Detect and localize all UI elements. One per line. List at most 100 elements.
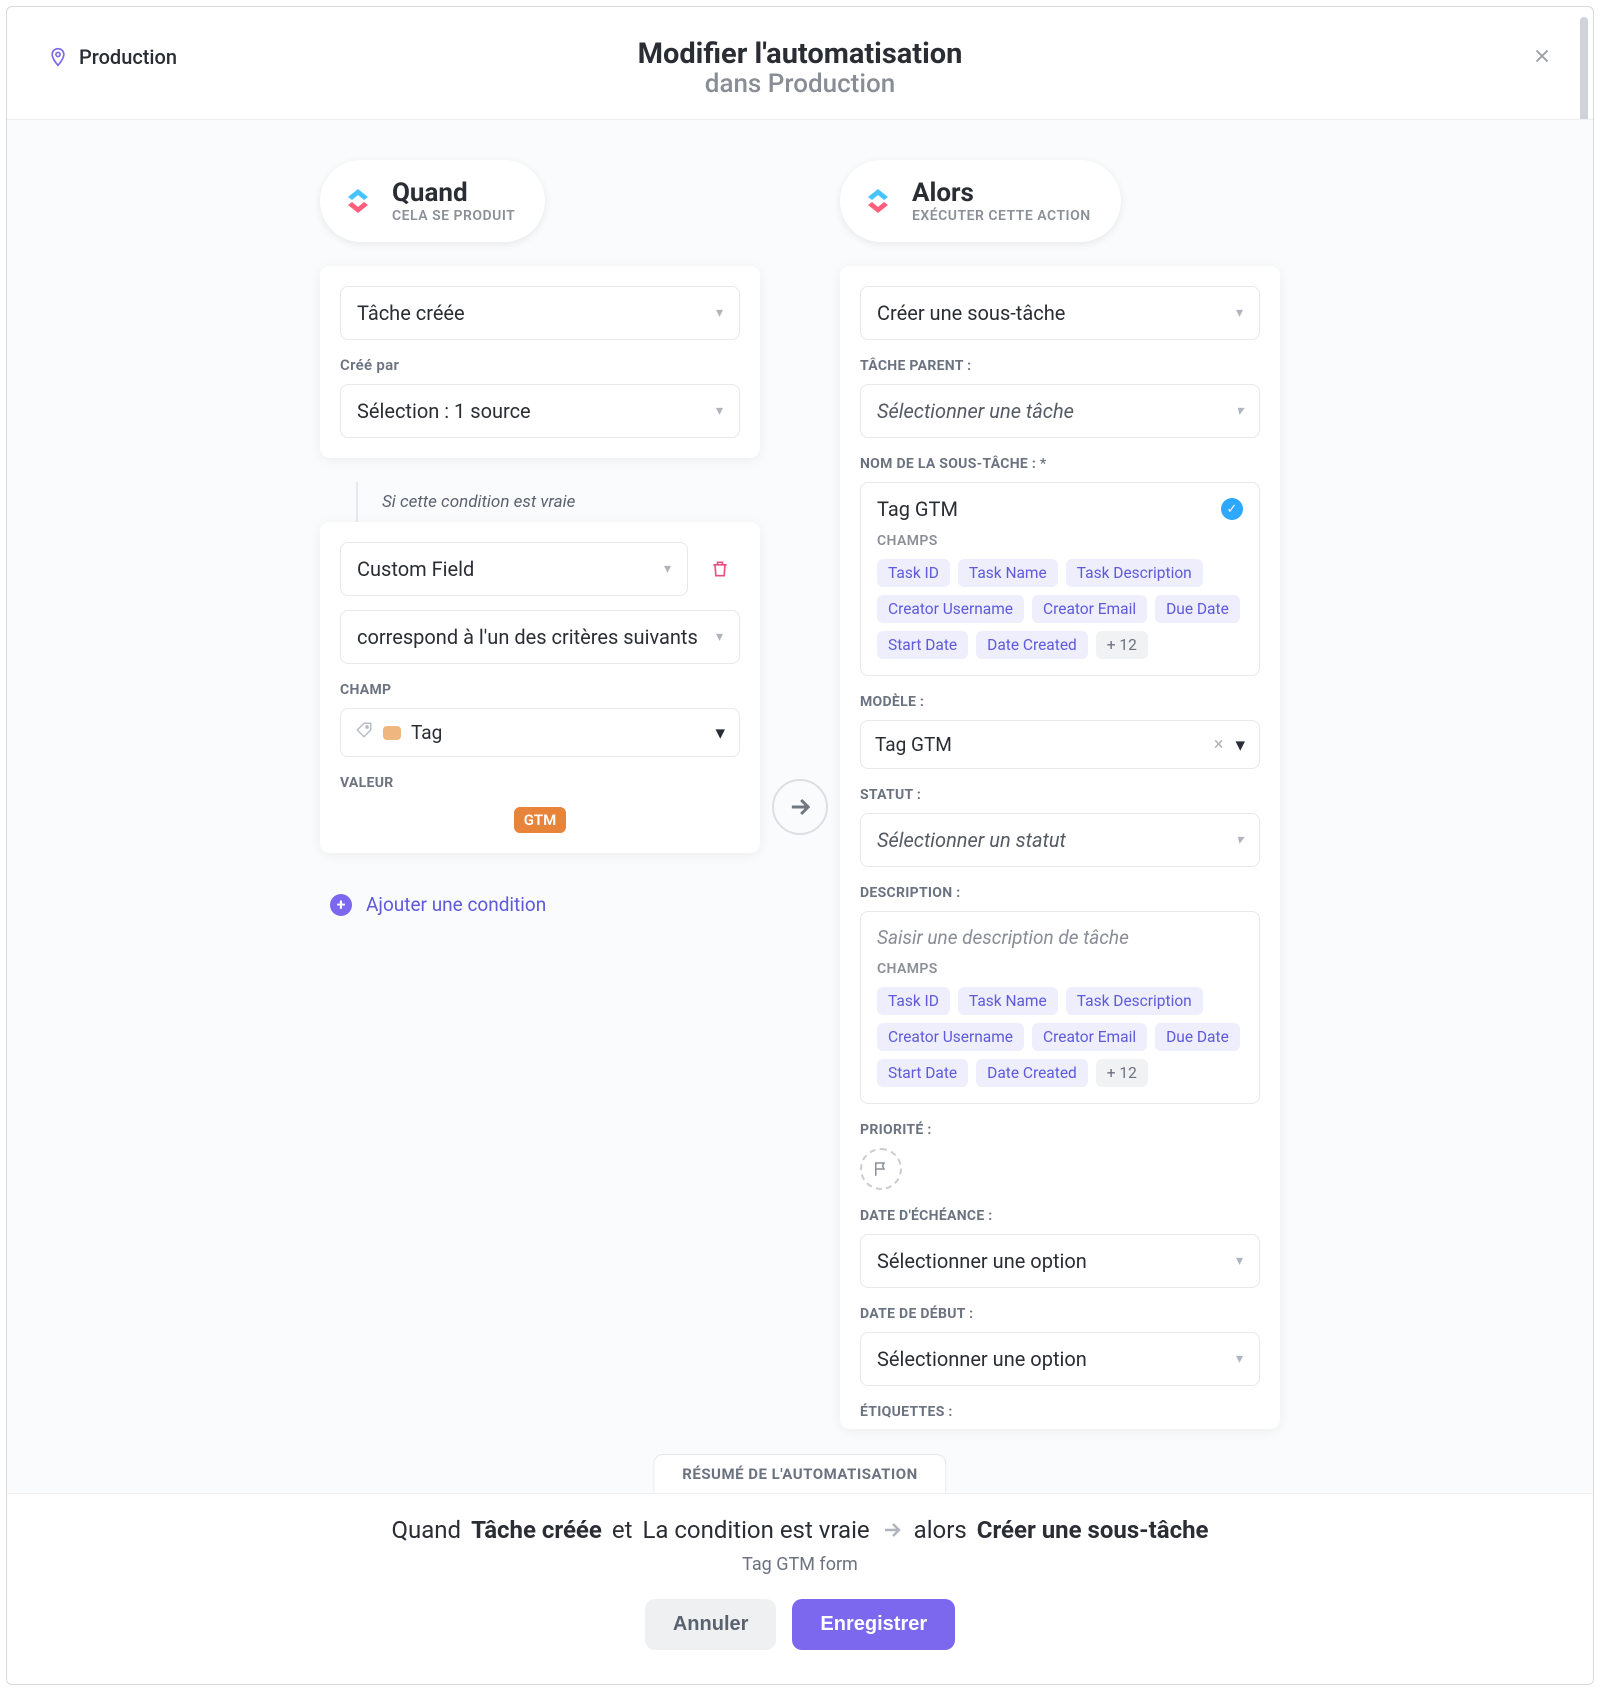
delete-condition-button[interactable] <box>700 545 740 593</box>
parent-task-select[interactable]: Sélectionner une tâche ▾ <box>860 384 1260 438</box>
condition-field-select[interactable]: Custom Field ▾ <box>340 542 688 596</box>
subtask-name-label: NOM DE LA SOUS-TÂCHE : * <box>860 456 1260 472</box>
chevron-down-icon: ▾ <box>716 629 723 645</box>
then-column: Alors EXÉCUTER CETTE ACTION Créer une so… <box>840 160 1280 1453</box>
champ-value: Tag <box>411 721 442 744</box>
chip-task-id[interactable]: Task ID <box>877 987 950 1015</box>
chip-start-date[interactable]: Start Date <box>877 631 968 659</box>
chip-creator-email[interactable]: Creator Email <box>1032 1023 1147 1051</box>
chevron-down-icon: ▾ <box>715 721 725 744</box>
created-by-select[interactable]: Sélection : 1 source ▾ <box>340 384 740 438</box>
condition-field-value: Custom Field <box>357 557 474 581</box>
valeur-label: VALEUR <box>340 775 740 791</box>
summary-tab[interactable]: RÉSUMÉ DE L'AUTOMATISATION <box>653 1454 946 1493</box>
cancel-button[interactable]: Annuler <box>645 1599 777 1650</box>
champ-select[interactable]: Tag ▾ <box>340 708 740 757</box>
summary-cond-conj: et <box>612 1516 633 1544</box>
champs-label-1: CHAMPS <box>877 533 1243 549</box>
then-pill: Alors EXÉCUTER CETTE ACTION <box>840 160 1121 242</box>
clickup-logo-icon <box>342 185 374 217</box>
breadcrumb[interactable]: Production <box>47 45 177 69</box>
chip-task-id[interactable]: Task ID <box>877 559 950 587</box>
description-block: Saisir une description de tâche CHAMPS T… <box>860 911 1260 1104</box>
chip-creator-email[interactable]: Creator Email <box>1032 595 1147 623</box>
chip-date-created[interactable]: Date Created <box>976 631 1088 659</box>
created-by-value: Sélection : 1 source <box>357 399 531 423</box>
add-condition-button[interactable]: + Ajouter une condition <box>320 877 760 932</box>
chip-more[interactable]: + 12 <box>1096 1059 1148 1087</box>
when-column: Quand CELA SE PRODUIT Tâche créée ▾ Créé… <box>320 160 760 1453</box>
parent-task-label: TÂCHE PARENT : <box>860 358 1260 374</box>
then-sub: EXÉCUTER CETTE ACTION <box>912 208 1091 224</box>
modal-title: Modifier l'automatisation <box>47 37 1553 71</box>
description-input[interactable]: Saisir une description de tâche <box>877 926 1243 949</box>
desc-chips: Task ID Task Name Task Description Creat… <box>877 987 1243 1087</box>
action-card: Créer une sous-tâche ▾ TÂCHE PARENT : Sé… <box>840 266 1280 1429</box>
location-icon <box>47 46 69 68</box>
chip-due-date[interactable]: Due Date <box>1155 1023 1240 1051</box>
chip-creator-username[interactable]: Creator Username <box>877 1023 1024 1051</box>
clickup-logo-icon <box>862 185 894 217</box>
start-date-value: Sélectionner une option <box>877 1347 1087 1371</box>
chip-more[interactable]: + 12 <box>1096 631 1148 659</box>
champ-label: CHAMP <box>340 682 740 698</box>
chip-task-name[interactable]: Task Name <box>958 987 1058 1015</box>
summary-when-bold: Tâche créée <box>471 1516 602 1544</box>
chevron-down-icon: ▾ <box>716 305 723 321</box>
summary-then-bold: Créer une sous-tâche <box>977 1516 1209 1544</box>
tag-icon <box>355 721 373 744</box>
due-date-value: Sélectionner une option <box>877 1249 1087 1273</box>
start-date-select[interactable]: Sélectionner une option ▾ <box>860 1332 1260 1386</box>
status-label: STATUT : <box>860 787 1260 803</box>
parent-task-value: Sélectionner une tâche <box>877 399 1074 423</box>
arrow-right-icon <box>880 1518 904 1542</box>
priority-button[interactable] <box>860 1148 902 1190</box>
chevron-down-icon: ▾ <box>1236 305 1243 321</box>
summary-cond-text: La condition est vraie <box>642 1516 869 1544</box>
status-select[interactable]: Sélectionner un statut ▾ <box>860 813 1260 867</box>
due-date-select[interactable]: Sélectionner une option ▾ <box>860 1234 1260 1288</box>
chevron-down-icon: ▾ <box>664 561 671 577</box>
chevron-down-icon: ▾ <box>716 403 723 419</box>
chip-due-date[interactable]: Due Date <box>1155 595 1240 623</box>
name-chips: Task ID Task Name Task Description Creat… <box>877 559 1243 659</box>
chevron-down-icon: ▾ <box>1235 733 1245 756</box>
summary-when-prefix: Quand <box>391 1516 461 1544</box>
plus-icon: + <box>330 894 352 916</box>
chip-task-description[interactable]: Task Description <box>1066 559 1203 587</box>
tags-label: ÉTIQUETTES : <box>860 1404 1260 1420</box>
chevron-down-icon: ▾ <box>1236 1253 1243 1269</box>
subtask-name-input[interactable]: Tag GTM <box>877 497 958 521</box>
clear-model-icon[interactable]: × <box>1214 734 1224 755</box>
chevron-down-icon: ▾ <box>1236 1351 1243 1367</box>
model-select[interactable]: Tag GTM × ▾ <box>860 720 1260 769</box>
modal-header: Production Modifier l'automatisation dan… <box>7 7 1593 120</box>
arrow-icon <box>772 779 828 835</box>
condition-operator-select[interactable]: correspond à l'un des critères suivants … <box>340 610 740 664</box>
close-icon[interactable] <box>1531 45 1555 69</box>
value-pill-gtm[interactable]: GTM <box>514 807 567 833</box>
model-label: MODÈLE : <box>860 694 1260 710</box>
when-sub: CELA SE PRODUIT <box>392 208 515 224</box>
breadcrumb-location: Production <box>79 45 177 69</box>
due-date-label: DATE D'ÉCHÉANCE : <box>860 1208 1260 1224</box>
automation-name: Tag GTM form <box>47 1554 1553 1575</box>
trigger-value: Tâche créée <box>357 301 465 325</box>
modal-subtitle: dans Production <box>47 69 1553 99</box>
chip-creator-username[interactable]: Creator Username <box>877 595 1024 623</box>
chip-start-date[interactable]: Start Date <box>877 1059 968 1087</box>
condition-op-value: correspond à l'un des critères suivants <box>357 625 698 649</box>
subtask-name-block: Tag GTM ✓ CHAMPS Task ID Task Name Task … <box>860 482 1260 676</box>
trigger-select[interactable]: Tâche créée ▾ <box>340 286 740 340</box>
trigger-card: Tâche créée ▾ Créé par Sélection : 1 sou… <box>320 266 760 458</box>
description-label: DESCRIPTION : <box>860 885 1260 901</box>
check-icon: ✓ <box>1221 498 1243 520</box>
save-button[interactable]: Enregistrer <box>792 1599 955 1650</box>
chip-date-created[interactable]: Date Created <box>976 1059 1088 1087</box>
action-value: Créer une sous-tâche <box>877 301 1065 325</box>
action-select[interactable]: Créer une sous-tâche ▾ <box>860 286 1260 340</box>
chevron-down-icon: ▾ <box>1236 403 1243 419</box>
chip-task-name[interactable]: Task Name <box>958 559 1058 587</box>
chip-task-description[interactable]: Task Description <box>1066 987 1203 1015</box>
condition-connector: Si cette condition est vraie <box>356 482 760 522</box>
